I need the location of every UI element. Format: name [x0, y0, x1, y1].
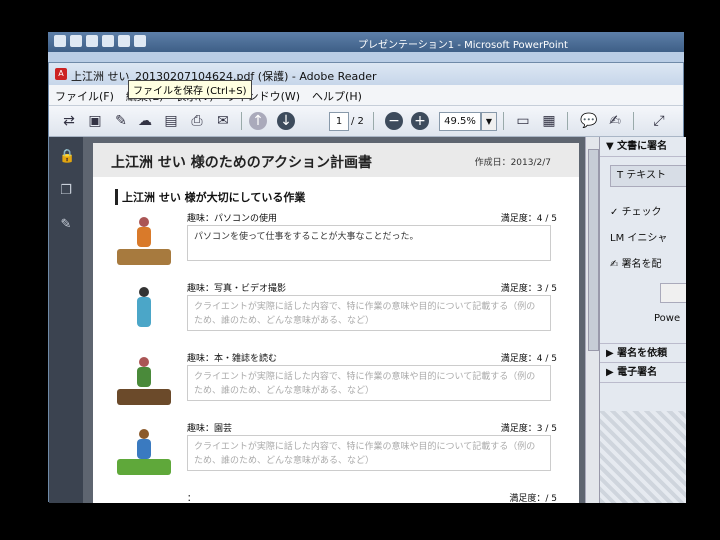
undo-icon[interactable]: [70, 35, 82, 47]
pages-icon[interactable]: ❐: [59, 183, 73, 199]
description-field[interactable]: クライエントが実際に話した内容で、特に作業の意味や目的について記載する（例のため…: [187, 435, 551, 471]
sign-panel: ▼ 文書に署名 T テキスト ✓ チェック LM イニシャ ✍ 署名を配 Pow…: [599, 137, 686, 503]
list-item: ： 満足度：/ 5: [117, 487, 557, 503]
zoom-input[interactable]: 49.5%: [439, 112, 481, 131]
person-camera-illustration: [117, 283, 171, 335]
person-reading-illustration: [117, 353, 171, 405]
scrollbar-thumb[interactable]: [588, 149, 599, 351]
panel-header-request-signature[interactable]: ▶ 署名を依頼: [600, 343, 686, 363]
hobby-label: ：: [187, 494, 197, 503]
place-signature-option[interactable]: ✍ 署名を配: [610, 255, 662, 270]
list-item: 趣味：本・雑誌を読む 満足度：4 / 5 クライエントが実際に話した内容で、特に…: [117, 347, 557, 411]
email-icon[interactable]: ✉: [213, 111, 233, 131]
panel-header-esign[interactable]: ▶ 電子署名: [600, 363, 686, 383]
create-pdf-icon[interactable]: ⇄: [59, 111, 79, 131]
list-item: 趣味：パソコンの使用 満足度：4 / 5 パソコンを使って仕事をすることが大事な…: [117, 207, 557, 271]
new-icon[interactable]: [102, 35, 114, 47]
hobby-label: 趣味：パソコンの使用: [187, 214, 278, 224]
toolbar: ⇄ ▣ ✎ ☁ ▤ ⎙ ✉ ↑ ↓ 1 / 2 − + 49.5% ▼ ▭ ▦ …: [49, 106, 683, 137]
pdf-page: 上江洲 せい 様のためのアクション計画書 作成日：2013/2/7 上江洲 せい…: [93, 143, 579, 503]
fit-width-icon[interactable]: ▦: [539, 111, 559, 131]
hobby-label: 趣味：写真・ビデオ撮影: [187, 284, 287, 294]
pdf-icon: A: [55, 68, 67, 80]
open-icon[interactable]: [118, 35, 130, 47]
panel-header-sign[interactable]: ▼ 文書に署名: [600, 137, 686, 157]
page-total: / 2: [351, 116, 364, 127]
satisfaction-label: 満足度：/ 5: [509, 494, 557, 503]
save-tooltip: ファイルを保存 (Ctrl+S): [128, 80, 252, 99]
powerpoint-titlebar: プレゼンテーション1 - Microsoft PowerPoint: [48, 32, 684, 52]
previous-page-icon[interactable]: ↑: [249, 112, 267, 130]
person-gardening-illustration: [117, 423, 171, 475]
person-computer-illustration: [117, 213, 171, 265]
document-header: 上江洲 せい 様のためのアクション計画書 作成日：2013/2/7: [93, 143, 579, 177]
satisfaction-label: 満足度：3 / 5: [500, 284, 557, 294]
description-field[interactable]: クライエントが実際に話した内容で、特に作業の意味や目的について記載する（例のため…: [187, 365, 551, 401]
expand-icon[interactable]: ⤢: [649, 111, 669, 131]
list-item: 趣味：写真・ビデオ撮影 満足度：3 / 5 クライエントが実際に話した内容で、特…: [117, 277, 557, 341]
document-title: 上江洲 せい 様のためのアクション計画書: [111, 155, 373, 171]
comment-icon[interactable]: 💬: [579, 111, 599, 131]
panel-button[interactable]: [660, 283, 686, 303]
section-title: 上江洲 せい 様が大切にしている作業: [115, 189, 305, 205]
attachment-icon[interactable]: ✎: [59, 217, 73, 233]
navigation-pane: 🔒 ❐ ✎: [49, 137, 83, 503]
edit-icon[interactable]: ✎: [111, 111, 131, 131]
save-icon[interactable]: [54, 35, 66, 47]
page-number-input[interactable]: 1: [329, 112, 349, 131]
add-text-button[interactable]: T テキスト: [610, 165, 686, 187]
panel-empty-area: [600, 411, 686, 503]
print-icon[interactable]: ⎙: [187, 111, 207, 131]
save-icon[interactable]: ▤: [161, 111, 181, 131]
hobby-label: 趣味：本・雑誌を読む: [187, 354, 278, 364]
lock-icon[interactable]: 🔒: [59, 149, 75, 165]
print-preview-icon[interactable]: [134, 35, 146, 47]
menu-help[interactable]: ヘルプ(H): [306, 85, 368, 104]
zoom-out-icon[interactable]: −: [385, 112, 403, 130]
hobby-label: 趣味：園芸: [187, 424, 233, 434]
zoom-dropdown-icon[interactable]: ▼: [481, 112, 497, 131]
initials-option[interactable]: LM イニシャ: [610, 229, 667, 244]
quick-access-toolbar: [54, 35, 146, 47]
powerpoint-title: プレゼンテーション1 - Microsoft PowerPoint: [358, 40, 568, 51]
document-area: 上江洲 せい 様のためのアクション計画書 作成日：2013/2/7 上江洲 せい…: [83, 137, 585, 503]
satisfaction-label: 満足度：4 / 5: [500, 354, 557, 364]
description-field[interactable]: クライエントが実際に話した内容で、特に作業の意味や目的について記載する（例のため…: [187, 295, 551, 331]
document-date: 作成日：2013/2/7: [474, 158, 551, 168]
adobe-reader-window: A 上江洲 せい_20130207104624.pdf (保護) - Adobe…: [48, 62, 686, 503]
cloud-upload-icon[interactable]: ☁: [135, 111, 155, 131]
satisfaction-label: 満足度：3 / 5: [500, 424, 557, 434]
zoom-in-icon[interactable]: +: [411, 112, 429, 130]
menu-file[interactable]: ファイル(F): [49, 85, 120, 104]
fit-page-icon[interactable]: ▭: [513, 111, 533, 131]
panel-footer-text: Powe: [654, 313, 681, 324]
checkmark-option[interactable]: ✓ チェック: [610, 203, 662, 218]
satisfaction-label: 満足度：4 / 5: [500, 214, 557, 224]
redo-icon[interactable]: [86, 35, 98, 47]
list-item: 趣味：園芸 満足度：3 / 5 クライエントが実際に話した内容で、特に作業の意味…: [117, 417, 557, 481]
vertical-scrollbar[interactable]: [585, 137, 600, 503]
powerpoint-ribbon: [48, 52, 684, 62]
highlight-icon[interactable]: ✍: [605, 111, 625, 131]
description-field[interactable]: パソコンを使って仕事をすることが大事なことだった。: [187, 225, 551, 261]
combine-icon[interactable]: ▣: [85, 111, 105, 131]
next-page-icon[interactable]: ↓: [277, 112, 295, 130]
